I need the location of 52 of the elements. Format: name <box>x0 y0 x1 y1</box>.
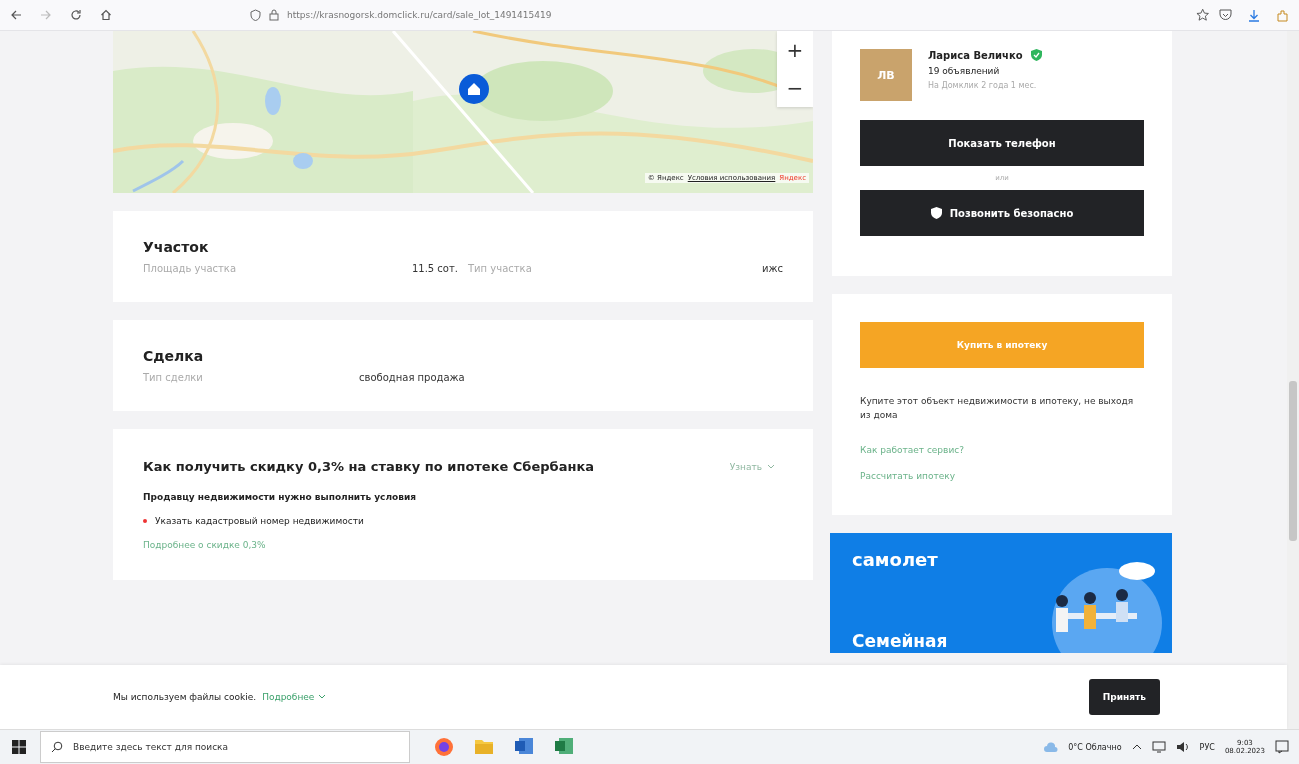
volume-icon[interactable] <box>1175 741 1190 753</box>
condition-text: Указать кадастровый номер недвижимости <box>155 516 364 526</box>
notifications-icon[interactable] <box>1275 740 1289 754</box>
back-icon[interactable] <box>10 9 22 21</box>
show-phone-button[interactable]: Показать телефон <box>860 120 1144 166</box>
weather-text[interactable]: 0°C Облачно <box>1068 742 1122 752</box>
accept-button[interactable]: Принять <box>1088 679 1160 715</box>
home-icon[interactable] <box>100 9 112 21</box>
reload-icon[interactable] <box>70 9 82 21</box>
zoom-out-button[interactable]: − <box>777 69 813 107</box>
taskbar-search-field[interactable]: Введите здесь текст для поиска <box>40 731 410 763</box>
caret-icon <box>318 694 327 700</box>
shield-icon <box>930 207 942 219</box>
download-icon[interactable] <box>1248 8 1260 22</box>
home-pin-icon <box>459 74 489 104</box>
seller-avatar: ЛВ <box>860 49 912 101</box>
weather-icon <box>1044 741 1059 753</box>
caret-icon <box>767 463 775 470</box>
address-field[interactable]: https://krasnogorsk.domclick.ru/card/sale_lot_1491415419 <box>287 10 552 20</box>
safe-call-button[interactable]: Позвонить безопасно <box>860 190 1144 236</box>
spreadsheet-app-icon[interactable] <box>554 737 574 755</box>
listings-count: 19 объявлений <box>928 66 1001 76</box>
conditions-heading: Продавцу недвижимости нужно выполнить условия <box>143 492 417 502</box>
browser-app-icon[interactable] <box>434 737 454 757</box>
lock-icon <box>269 9 279 21</box>
ad-banner[interactable]: самолет Семейная <box>830 532 1172 653</box>
seller-name[interactable]: Лариса Величко <box>928 49 1023 61</box>
document-app-icon[interactable] <box>514 737 534 755</box>
language-indicator[interactable]: РУС <box>1199 742 1215 752</box>
section-title: Сделка <box>143 348 205 364</box>
field-label: Площадь участка <box>143 263 236 274</box>
field-label: Тип участка <box>468 263 532 274</box>
scrollbar-thumb[interactable] <box>1289 381 1297 541</box>
ad-logo: самолет <box>852 548 939 570</box>
cookie-text: Мы используем файлы cookie. <box>113 692 257 702</box>
windows-start-icon[interactable] <box>12 740 26 754</box>
cookie-details-link[interactable]: Подробнее <box>262 692 327 702</box>
section-title: Участок <box>143 239 210 255</box>
field-value: 11.5 сот. <box>411 263 458 274</box>
field-label: Тип сделки <box>143 372 204 383</box>
discount-title: Как получить скидку 0,3% на ставку по ипотеке Сбербанка <box>143 459 594 474</box>
mortgage-text: Купите этот объект недвижимости в ипотеку, не выходя из дома <box>860 395 1135 423</box>
bullet-icon <box>143 519 147 523</box>
chevron-up-icon[interactable] <box>1131 743 1142 751</box>
bookmark-star-icon[interactable] <box>1195 8 1209 22</box>
search-icon <box>51 741 63 753</box>
ad-headline: Семейная <box>852 630 949 651</box>
zoom-in-button[interactable]: + <box>777 31 813 69</box>
member-since: На Домклик 2 года 1 мес. <box>928 81 1038 90</box>
shield-icon <box>250 9 261 21</box>
field-value: ижс <box>762 263 783 274</box>
field-value: свободная продажа <box>359 372 465 383</box>
